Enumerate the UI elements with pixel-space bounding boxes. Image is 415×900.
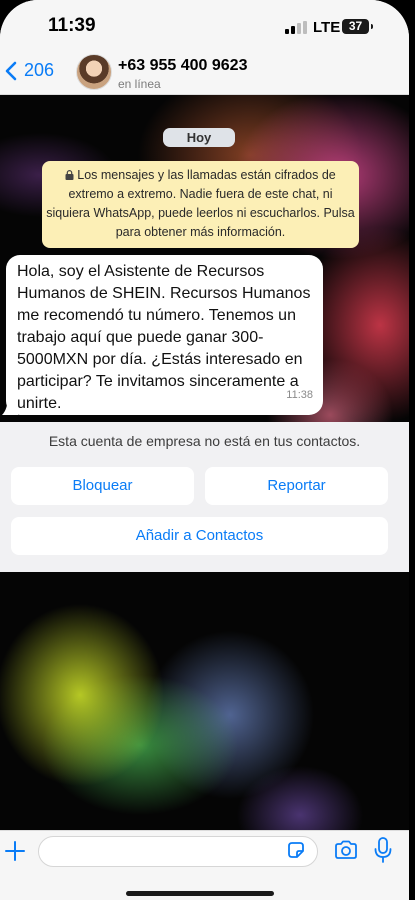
back-button[interactable]: 206: [4, 60, 54, 81]
business-panel: Esta cuenta de empresa no está en tus co…: [0, 422, 409, 572]
battery-icon: 37: [342, 19, 369, 34]
signal-icon: [285, 21, 307, 34]
message-text: Hola, soy el Asistente de Recursos Human…: [17, 263, 311, 412]
encryption-notice[interactable]: Los mensajes y las llamadas están cifrad…: [42, 161, 359, 248]
network-label: LTE: [313, 19, 341, 36]
battery-level: 37: [348, 19, 363, 33]
mic-icon[interactable]: [374, 837, 392, 863]
chat-header: 206 +63 955 400 9623 en línea: [0, 52, 409, 95]
message-bubble[interactable]: Hola, soy el Asistente de Recursos Human…: [6, 255, 323, 415]
day-separator: Hoy: [163, 128, 235, 147]
message-time: 11:38: [286, 389, 313, 401]
chat-area[interactable]: Hoy Los mensajes y las llamadas están ci…: [0, 95, 409, 830]
encryption-text: Los mensajes y las llamadas están cifrad…: [46, 168, 355, 239]
report-button[interactable]: Reportar: [205, 467, 388, 505]
add-contact-button[interactable]: Añadir a Contactos: [11, 517, 388, 555]
contact-name[interactable]: +63 955 400 9623: [118, 57, 247, 75]
avatar[interactable]: [76, 54, 112, 90]
lock-icon: [65, 170, 74, 180]
battery-tip: [371, 24, 373, 29]
status-time: 11:39: [48, 15, 96, 36]
home-indicator: [126, 891, 274, 896]
message-input[interactable]: [38, 836, 318, 867]
camera-icon[interactable]: [334, 840, 358, 860]
back-chevron-icon: [5, 61, 17, 80]
phone-screen: 11:39 LTE 37 206 +63 955 400 9623 en lín…: [0, 0, 409, 900]
status-bar: 11:39 LTE 37: [0, 0, 409, 52]
plus-icon[interactable]: [4, 840, 26, 862]
business-note: Esta cuenta de empresa no está en tus co…: [48, 433, 361, 449]
sticker-icon[interactable]: [286, 840, 306, 860]
back-count: 206: [24, 60, 55, 80]
input-bar: [0, 830, 409, 900]
block-button[interactable]: Bloquear: [11, 467, 194, 505]
contact-status: en línea: [118, 77, 161, 91]
